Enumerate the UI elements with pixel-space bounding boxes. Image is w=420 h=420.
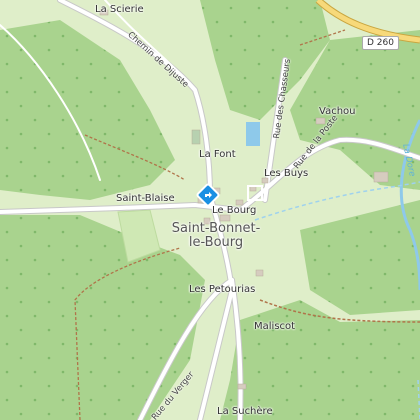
map-canvas[interactable]: La Scierie Vachou La Font Les Buys Saint… <box>0 0 420 420</box>
place-les-buys: Les Buys <box>264 168 309 179</box>
town-label-line1: Saint-Bonnet- <box>171 221 261 236</box>
town-label-line2: le-Bourg <box>188 235 244 250</box>
town-label: Saint-Bonnet- le-Bourg <box>168 222 264 250</box>
pond <box>246 122 260 146</box>
place-la-scierie: La Scierie <box>95 4 144 15</box>
place-le-bourg: Le Bourg <box>212 205 257 216</box>
direction-sign-icon <box>196 183 220 207</box>
place-saint-blaise: Saint-Blaise <box>116 193 175 204</box>
place-la-font: La Font <box>199 149 236 160</box>
place-vachou: Vachou <box>319 106 356 117</box>
road-shield-d260: D 260 <box>362 36 399 50</box>
place-les-petourias: Les Petourias <box>189 284 256 295</box>
place-maliscot: Maliscot <box>254 321 296 332</box>
direction-sign-marker[interactable] <box>196 183 220 207</box>
place-la-suchere: La Suchère <box>217 406 273 417</box>
map-graphics <box>0 0 420 420</box>
